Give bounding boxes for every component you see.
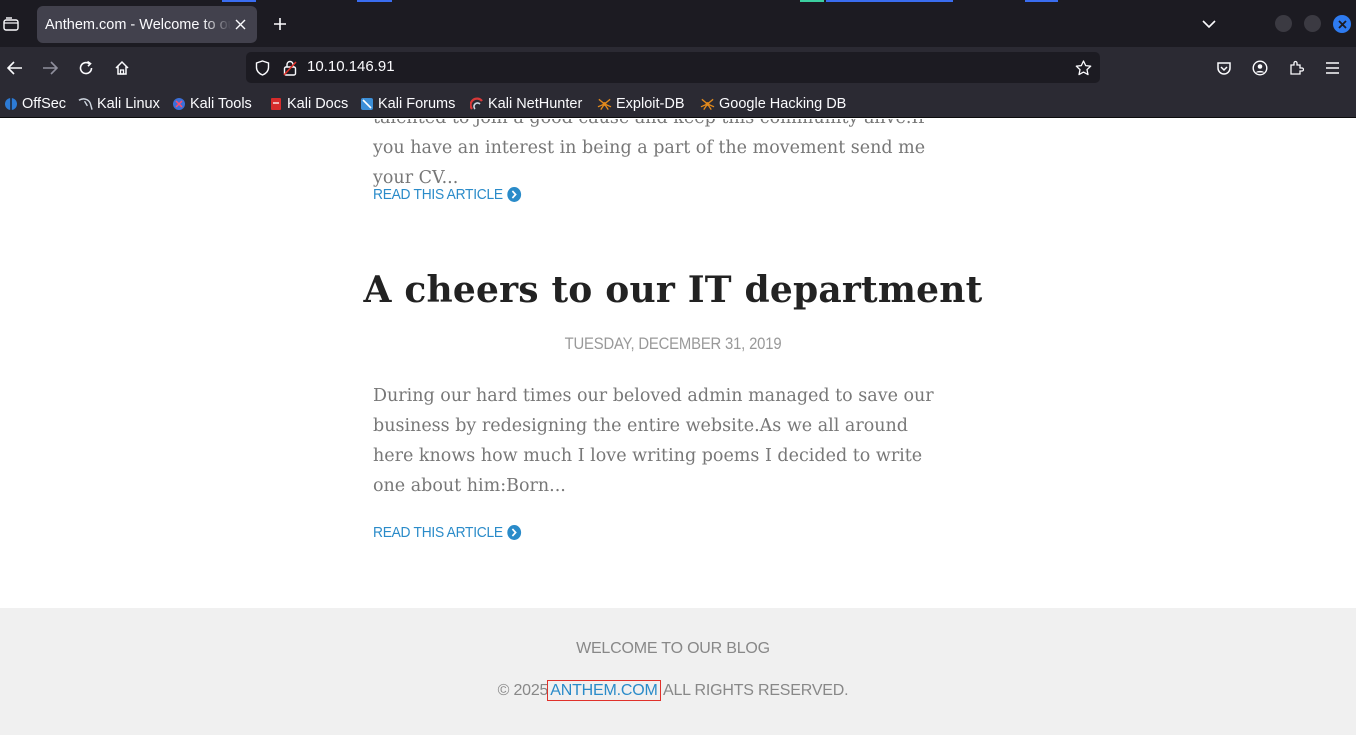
plus-icon [274, 18, 286, 30]
list-all-tabs-button[interactable] [1198, 13, 1220, 35]
back-button[interactable] [3, 56, 27, 80]
copyright-prefix: © 2025 [497, 682, 549, 699]
account-icon [1252, 60, 1268, 76]
bookmark-label: Kali NetHunter [488, 96, 583, 112]
bookmark-kali-docs[interactable]: Kali Docs [268, 94, 348, 114]
puzzle-icon [1290, 60, 1304, 75]
url-text: 10.10.146.91 [307, 58, 395, 75]
bookmarks-toolbar: OffSec Kali Linux Kali Tools Kali Docs K… [0, 89, 1356, 118]
bookmark-label: Kali Docs [287, 96, 349, 112]
bookmark-label: Exploit-DB [616, 96, 685, 112]
close-icon[interactable] [231, 15, 249, 33]
read-article-link[interactable]: READ THIS ARTICLE [373, 524, 522, 541]
tab-strip-accent [357, 0, 392, 2]
page-content: talented to join a good cause and keep t… [0, 119, 1356, 735]
footer-title: WELCOME TO OUR BLOG [576, 640, 770, 657]
nethunter-icon [469, 97, 484, 112]
insecure-lock-icon[interactable] [280, 58, 300, 78]
bookmark-offsec[interactable]: OffSec [3, 94, 66, 114]
footer-site-link[interactable]: ANTHEM.COM [547, 680, 661, 701]
bookmark-label: OffSec [22, 96, 67, 112]
site-footer: WELCOME TO OUR BLOG © 2025 ANTHEM.COM ALL… [0, 608, 1356, 735]
kali-forums-icon [359, 97, 374, 112]
reload-icon [79, 60, 93, 75]
offsec-icon [3, 97, 18, 112]
window-close-button[interactable] [1333, 15, 1351, 33]
read-article-label: READ THIS ARTICLE [373, 186, 503, 203]
bookmark-google-hacking-db[interactable]: Google Hacking DB [700, 94, 846, 114]
ghdb-icon [700, 97, 715, 112]
bookmark-label: Kali Forums [378, 96, 456, 112]
navigation-toolbar: 10.10.146.91 [0, 47, 1356, 89]
chevron-right-circle-icon [507, 187, 522, 202]
kali-tools-icon [171, 97, 186, 112]
extensions-button[interactable] [1284, 56, 1308, 80]
bookmark-kali-tools[interactable]: Kali Tools [171, 94, 252, 114]
post-excerpt: During our hard times our beloved admin … [373, 386, 934, 496]
tab-bar: Anthem.com - Welcome to our blog [0, 0, 1356, 47]
bookmark-kali-forums[interactable]: Kali Forums [359, 94, 455, 114]
tab-list-button[interactable] [0, 12, 22, 36]
exploit-db-icon [597, 97, 612, 112]
account-button[interactable] [1248, 56, 1272, 80]
bookmark-label: Kali Linux [97, 96, 160, 112]
minimize-button[interactable] [1275, 15, 1292, 32]
pocket-button[interactable] [1212, 56, 1236, 80]
pocket-icon [1217, 61, 1231, 75]
previous-post-excerpt: talented to join a good cause and keep t… [373, 119, 926, 188]
home-icon [115, 60, 129, 75]
kali-docs-icon [268, 97, 283, 112]
shield-icon[interactable] [252, 58, 272, 78]
bookmark-label: Kali Tools [190, 96, 252, 112]
forward-arrow-icon [43, 61, 58, 75]
close-icon [1337, 19, 1347, 29]
menu-button[interactable] [1320, 56, 1344, 80]
back-arrow-icon [7, 61, 22, 75]
chevron-right-circle-icon [507, 525, 522, 540]
folder-icon [3, 17, 19, 31]
kali-dragon-icon [78, 97, 93, 112]
tab-strip-accent [826, 0, 953, 2]
footer-copyright: © 2025 ANTHEM.COM ALL RIGHTS RESERVED. [0, 680, 1346, 701]
bookmark-exploit-db[interactable]: Exploit-DB [597, 94, 685, 114]
tab-strip-accent [800, 0, 824, 2]
tab-strip-accent [1025, 0, 1058, 2]
chevron-down-icon [1202, 19, 1216, 28]
bookmark-kali-nethunter[interactable]: Kali NetHunter [469, 94, 582, 114]
forward-button[interactable] [38, 56, 62, 80]
address-bar[interactable]: 10.10.146.91 [246, 52, 1100, 83]
copyright-suffix: ALL RIGHTS RESERVED. [662, 682, 849, 699]
active-tab[interactable]: Anthem.com - Welcome to our blog [37, 6, 257, 43]
post-date: TUESDAY, DECEMBER 31, 2019 [564, 335, 782, 353]
bookmark-star-icon[interactable] [1073, 58, 1093, 78]
new-tab-button[interactable] [268, 12, 292, 36]
tab-title: Anthem.com - Welcome to our blog [45, 16, 231, 33]
read-article-label: READ THIS ARTICLE [373, 524, 503, 541]
reload-button[interactable] [74, 56, 98, 80]
post-title[interactable]: A cheers to our IT department [0, 269, 1346, 311]
maximize-button[interactable] [1304, 15, 1321, 32]
read-article-link[interactable]: READ THIS ARTICLE [373, 186, 522, 203]
bookmark-label: Google Hacking DB [719, 96, 847, 112]
tab-strip-accent [222, 0, 256, 2]
bookmark-kali-linux[interactable]: Kali Linux [78, 94, 160, 114]
home-button[interactable] [110, 56, 134, 80]
hamburger-menu-icon [1325, 62, 1339, 74]
